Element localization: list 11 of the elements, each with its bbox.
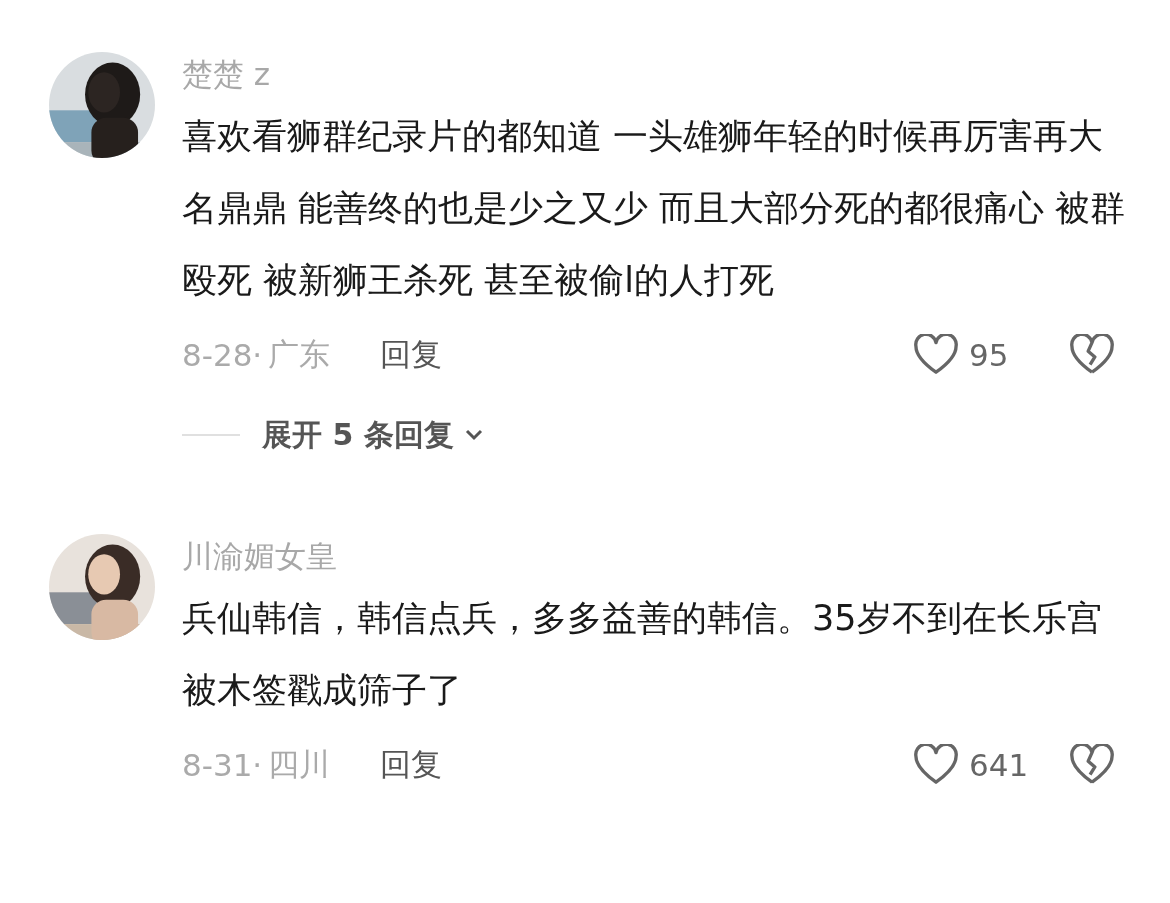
reply-button[interactable]: 回复 — [380, 744, 443, 786]
reply-button[interactable]: 回复 — [380, 334, 443, 376]
like-count: 641 — [969, 747, 1030, 783]
like-count: 95 — [969, 337, 1010, 373]
expand-replies-button[interactable]: 展开 5 条回复 — [262, 414, 454, 456]
comment-location: 四川 — [268, 745, 331, 784]
comment-date: 8-31· — [182, 747, 263, 783]
comment-text: 兵仙韩信，韩信点兵，多多益善的韩信。35岁不到在长乐宫被木签戳成筛子了 — [182, 597, 1103, 712]
comment-text: 喜欢看狮群纪录片的都知道 一头雄狮年轻的时候再厉害再大名鼎鼎 能善终的也是少之又少 而且大部分死的都很痛心 被群殴死 被新狮王杀死 甚至被偷l的人打死 — [182, 115, 1127, 302]
comment-date: 8-28· — [182, 337, 263, 373]
comment-location: 广东 — [268, 335, 331, 374]
